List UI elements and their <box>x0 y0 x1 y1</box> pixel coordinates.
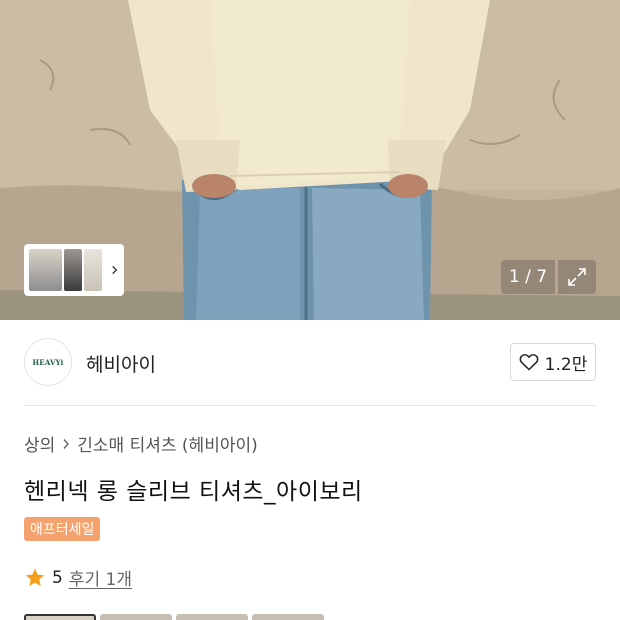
thumbnail-3[interactable] <box>83 249 102 291</box>
option-thumbnail[interactable] <box>252 614 324 620</box>
brand-row: HEAVYi 헤비아이 1.2만 <box>24 338 596 386</box>
expand-button[interactable] <box>558 260 596 294</box>
thumbnail-strip[interactable] <box>24 244 124 296</box>
star-icon <box>25 568 45 586</box>
breadcrumb: 상의 긴소매 티셔츠 (헤비아이) <box>24 431 258 456</box>
like-count: 1.2만 <box>544 354 588 375</box>
option-thumbnail[interactable] <box>100 614 172 620</box>
thumbnail-next-chevron-icon[interactable] <box>110 265 119 275</box>
review-count-link[interactable]: 후기 1개 <box>69 565 132 590</box>
breadcrumb-subcategory[interactable]: 긴소매 티셔츠 (헤비아이) <box>77 431 257 456</box>
option-thumbnails <box>24 614 324 620</box>
image-counter: 1 / 7 <box>501 260 555 294</box>
divider <box>24 405 596 406</box>
like-button[interactable]: 1.2만 <box>510 343 596 381</box>
rating-score: 5 <box>52 567 63 588</box>
brand-name[interactable]: 헤비아이 <box>86 350 156 377</box>
heart-icon <box>519 354 539 371</box>
thumbnail-2[interactable] <box>63 249 82 291</box>
brand-logo[interactable]: HEAVYi <box>24 338 72 386</box>
product-image-gallery[interactable]: 1 / 7 <box>0 0 620 320</box>
sale-badge: 애프터세일 <box>24 517 101 541</box>
breadcrumb-category[interactable]: 상의 <box>24 431 55 456</box>
thumbnail-1[interactable] <box>29 249 62 291</box>
product-title: 헨리넥 롱 슬리브 티셔츠_아이보리 <box>24 479 363 505</box>
rating: 5 후기 1개 <box>24 565 132 590</box>
expand-icon <box>568 268 586 286</box>
option-thumbnail[interactable] <box>176 614 248 620</box>
chevron-right-icon <box>63 438 70 449</box>
option-thumbnail[interactable] <box>24 614 96 620</box>
